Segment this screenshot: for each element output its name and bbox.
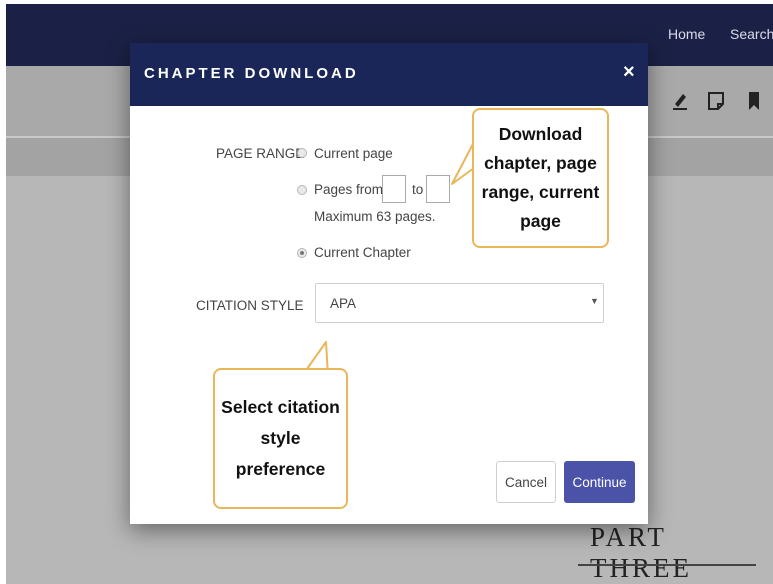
citation-callout-line: preference — [235, 459, 326, 479]
bookmark-icon[interactable] — [744, 90, 764, 112]
radio-current-chapter[interactable] — [297, 248, 307, 258]
citation-style-select[interactable]: APA ▼ — [315, 283, 604, 323]
part-title-underline — [578, 564, 756, 566]
page-to-input[interactable] — [426, 175, 450, 203]
continue-button[interactable]: Continue — [564, 461, 635, 503]
download-callout-line: range, current — [481, 182, 600, 202]
citation-selected-value: APA — [330, 296, 357, 311]
page-from-input[interactable] — [382, 175, 406, 203]
nav-search-link[interactable]: Search — [730, 26, 773, 42]
close-icon[interactable]: × — [623, 61, 635, 84]
part-title: PART THREE — [590, 522, 692, 583]
download-callout: Download chapter, page range, current pa… — [472, 108, 609, 248]
note-icon[interactable] — [706, 90, 726, 112]
citation-callout: Select citation style preference — [213, 368, 348, 509]
citation-style-label: CITATION STYLE — [196, 298, 304, 313]
download-callout-line: Download — [498, 124, 583, 144]
chevron-down-icon: ▼ — [590, 296, 599, 306]
download-callout-line: chapter, page — [484, 153, 597, 173]
radio-current-page[interactable] — [297, 148, 307, 158]
citation-callout-line: style — [260, 428, 301, 448]
current-chapter-option-label: Current Chapter — [314, 245, 411, 260]
radio-pages-from[interactable] — [297, 185, 307, 195]
highlighter-icon[interactable] — [670, 90, 690, 112]
cancel-button[interactable]: Cancel — [496, 461, 556, 503]
download-callout-line: page — [520, 211, 561, 231]
citation-callout-line: Select citation — [221, 397, 340, 417]
to-label: to — [412, 182, 424, 197]
nav-home-link[interactable]: Home — [668, 26, 705, 42]
pages-from-option-label: Pages from — [314, 182, 384, 197]
page-range-label: PAGE RANGE — [216, 146, 305, 161]
max-pages-note: Maximum 63 pages. — [314, 209, 436, 224]
current-page-option-label: Current page — [314, 146, 393, 161]
dialog-title: CHAPTER DOWNLOAD — [144, 65, 359, 82]
